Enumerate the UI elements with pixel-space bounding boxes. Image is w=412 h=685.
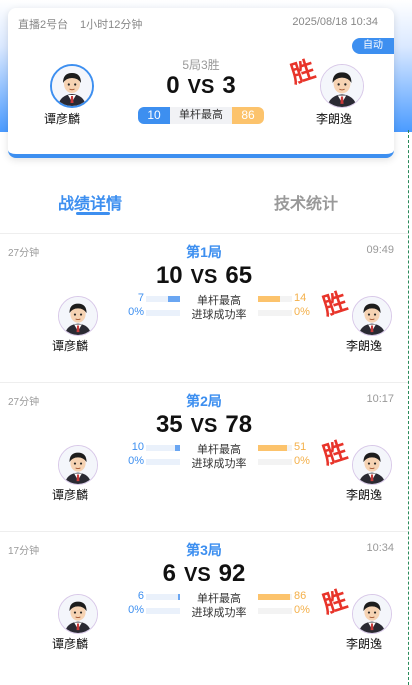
stat-right-value: 86 [294,590,307,602]
venue-label: 直播2号台 [18,19,69,31]
stat-label: 进球成功率 [191,607,247,619]
player-avatar-icon[interactable] [320,64,364,108]
player2-score: 78 [225,411,253,438]
player1-name: 谭彦麟 [52,488,89,502]
game-score: 35 VS 78 [0,411,408,439]
player2-name: 李朗逸 [346,488,383,502]
stat-left-value: 7 [137,292,144,304]
stat-left-bar [146,594,180,600]
stat-label: 进球成功率 [191,309,247,321]
auto-badge[interactable]: 自动 [352,38,394,54]
player-avatar-icon[interactable] [352,594,392,634]
stat-left-value: 0% [128,306,144,318]
stat-label: 进球成功率 [191,458,247,470]
player2-name: 李朗逸 [346,339,383,353]
stat-right-fill [258,296,281,302]
stat-left-bar [146,459,180,465]
stat-left-fill [168,296,180,302]
stat-left-bar [146,296,180,302]
vs-label: VS [187,76,215,98]
match-datetime: 2025/08/18 10:34 [292,16,378,28]
stat-right-bar [258,445,292,451]
stat-right-bar [258,608,292,614]
vs-label: VS [190,415,218,437]
stat-right-fill [258,445,287,451]
stat-right-bar [258,459,292,465]
stat-left-value: 0% [128,455,144,467]
player1-score: 35 [155,411,183,438]
player2-score: 92 [218,560,246,587]
stat-right-value: 14 [294,292,307,304]
player-avatar-icon[interactable] [58,594,98,634]
vs-label: VS [183,564,211,586]
player1-name: 谭彦麟 [44,112,81,126]
stat-left-bar [146,310,180,316]
stat-right-fill [258,594,290,600]
stat-right-value: 51 [294,441,307,453]
player1-score: 10 [155,262,183,289]
stat-right-bar [258,296,292,302]
stat-left-value: 0% [128,604,144,616]
player-avatar-icon[interactable] [352,296,392,336]
player-avatar-icon[interactable] [58,296,98,336]
game-score: 6 VS 92 [0,560,408,588]
stat-right-bar [258,594,292,600]
game-title: 第2局 [186,393,222,409]
player2-highest-break: 86 [232,107,264,124]
stat-left-value: 6 [137,590,144,602]
tab-technical-stats[interactable]: 技术统计 [274,190,338,214]
game-card-2[interactable]: 27分钟 第2局 10:17 35 VS 78 10 单杆最高 51 0% 进球成功… [0,382,408,533]
match-duration: 1小时12分钟 [80,19,143,31]
game-card-3[interactable]: 17分钟 第3局 10:34 6 VS 92 6 单杆最高 86 0% 进球成功率 … [0,531,408,682]
player1-name: 谭彦麟 [52,339,89,353]
player2-score: 3 [222,72,236,99]
highest-break-label: 单杆最高 [170,107,232,124]
active-tab-indicator [76,212,110,215]
stat-left-value: 10 [131,441,144,453]
game-title: 第3局 [186,542,222,558]
stat-right-value: 0% [294,604,310,616]
player2-name: 李朗逸 [346,637,383,651]
player1-score: 0 [166,72,180,99]
game-time: 10:17 [366,393,394,405]
player2-score: 65 [225,262,253,289]
player1-name: 谭彦麟 [52,637,89,651]
vs-label: VS [190,266,218,288]
game-title: 第1局 [186,244,222,260]
player-avatar-icon[interactable] [58,445,98,485]
game-card-1[interactable]: 27分钟 第1局 09:49 10 VS 65 7 单杆最高 14 0% 进球成功率… [0,233,408,384]
player2-name: 李朗逸 [316,112,353,126]
player-avatar-icon[interactable] [352,445,392,485]
stat-right-bar [258,310,292,316]
stat-right-value: 0% [294,455,310,467]
game-time: 09:49 [366,244,394,256]
stat-left-bar [146,445,180,451]
stat-right-value: 0% [294,306,310,318]
game-time: 10:34 [366,542,394,554]
stat-left-bar [146,608,180,614]
player1-highest-break: 10 [138,107,170,124]
tab-bar: 战绩详情 技术统计 [0,190,412,220]
highest-break-compare: 10 单杆最高 86 [138,107,264,124]
match-summary-card: 直播2号台 1小时12分钟 2025/08/18 10:34 自动 谭彦麟 5局… [8,8,394,158]
game-score: 10 VS 65 [0,262,408,290]
tab-match-details[interactable]: 战绩详情 [58,190,122,214]
player1-score: 6 [162,560,176,587]
